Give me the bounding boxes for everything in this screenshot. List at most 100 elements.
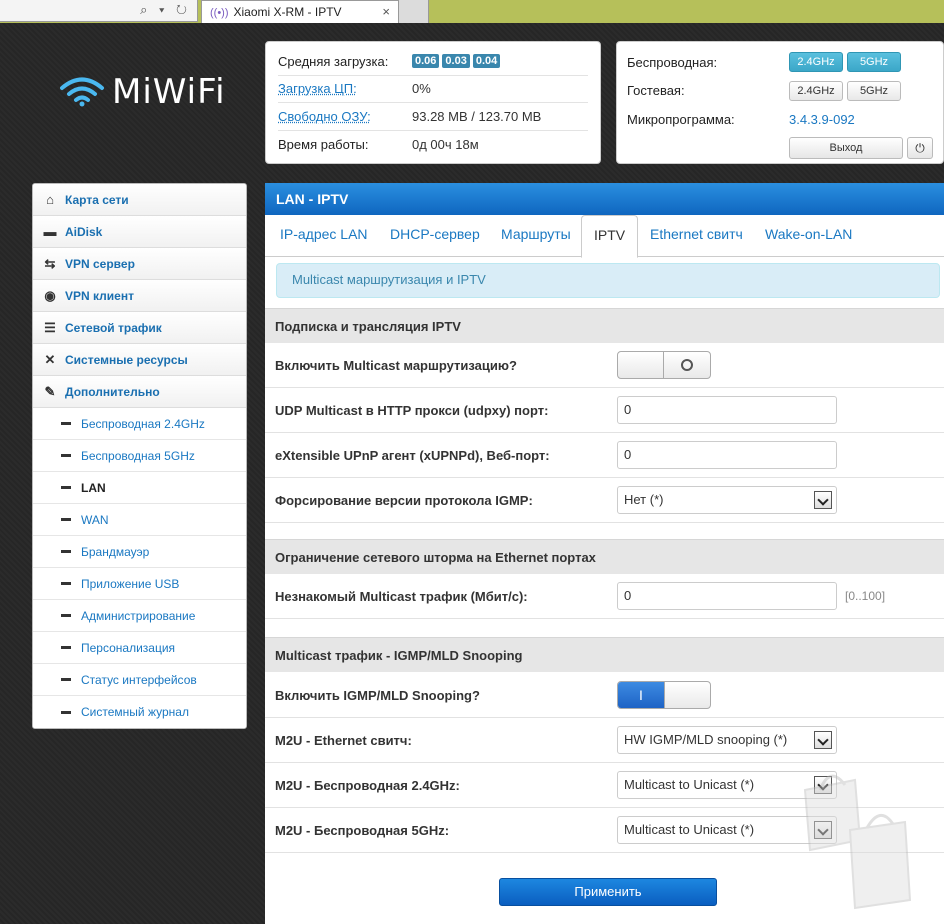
dash-icon: [61, 614, 71, 617]
cpu-row: Загрузка ЦП: 0%: [278, 76, 588, 103]
sidebar-item-vpn-client[interactable]: ◉ VPN клиент: [33, 280, 246, 312]
logo: MiWiFi: [60, 72, 226, 112]
snooping-toggle[interactable]: I: [617, 681, 711, 709]
vpn-server-icon: ⇆: [44, 255, 56, 271]
xupnpd-row: eXtensible UPnP агент (xUPNPd), Веб-порт…: [265, 433, 944, 478]
logout-button[interactable]: Выход: [789, 136, 903, 159]
tab-ip-lan[interactable]: IP-адрес LAN: [280, 226, 368, 242]
udpxy-label: UDP Multicast в HTTP прокси (udpxy) порт…: [275, 402, 549, 418]
logo-text: MiWiFi: [112, 72, 226, 112]
udpxy-port-input[interactable]: 0: [617, 396, 837, 424]
wireless-status-panel: Беспроводная: 2.4GHz 5GHz Гостевая: 2.4G…: [616, 41, 944, 164]
dash-icon: [61, 582, 71, 585]
sidebar-item-label: Сетевой трафик: [65, 320, 162, 335]
sidebar-sub-wan[interactable]: WAN: [33, 504, 246, 536]
sidebar-item-traffic[interactable]: ☰ Сетевой трафик: [33, 312, 246, 344]
sidebar-sub-interface-status[interactable]: Статус интерфейсов: [33, 664, 246, 696]
sidebar-sub-label: Брандмауэр: [81, 544, 150, 559]
tab-ethernet-switch[interactable]: Ethernet свитч: [650, 226, 743, 242]
sidebar-item-label: VPN сервер: [65, 256, 135, 271]
m2u-24-value: Multicast to Unicast (*): [624, 777, 755, 792]
sidebar-sub-label: Системный журнал: [81, 705, 189, 719]
firmware-row: Микропрограмма: 3.4.3.9-092: [627, 105, 933, 134]
m2u-5-label: M2U - Беспроводная 5GHz:: [275, 822, 450, 838]
wireless-24-button[interactable]: 2.4GHz: [789, 52, 843, 73]
address-icons[interactable]: ⌕ ▾ ↻: [140, 2, 191, 18]
close-tab-icon[interactable]: ×: [382, 4, 390, 19]
sidebar-item-aidisk[interactable]: ▬ AiDisk: [33, 216, 246, 248]
globe-icon: ◉: [44, 287, 56, 303]
sidebar-item-network-map[interactable]: ⌂ Карта сети: [33, 184, 246, 216]
sidebar-item-label: VPN клиент: [65, 288, 134, 303]
storm-row: Незнакомый Multicast трафик (Мбит/с): 0 …: [265, 574, 944, 619]
power-icon[interactable]: ⏻: [907, 136, 933, 159]
sidebar-item-vpn-server[interactable]: ⇆ VPN сервер: [33, 248, 246, 280]
igmp-version-select[interactable]: Нет (*): [617, 486, 837, 514]
sidebar: ⌂ Карта сети ▬ AiDisk ⇆ VPN сервер ◉ VPN кли…: [32, 183, 247, 729]
uptime-label: Время работы:: [278, 136, 369, 152]
uptime-row: Время работы: 0д 00ч 18м: [278, 131, 588, 159]
multicast-routing-toggle[interactable]: [617, 351, 711, 379]
guest-5-button[interactable]: 5GHz: [847, 80, 901, 101]
sidebar-sub-lan[interactable]: LAN: [33, 472, 246, 504]
sidebar-item-advanced[interactable]: ✎ Дополнительно: [33, 376, 246, 408]
wireless-row: Беспроводная: 2.4GHz 5GHz: [627, 48, 933, 77]
m2u-ethernet-row: M2U - Ethernet свитч: HW IGMP/MLD snoopi…: [265, 718, 944, 763]
info-alert: Multicast маршрутизация и IPTV: [276, 263, 940, 298]
chevron-down-icon[interactable]: [814, 731, 832, 749]
wireless-5-button[interactable]: 5GHz: [847, 52, 901, 73]
watermark-bags-icon: [803, 774, 912, 910]
sidebar-sub-label: Беспроводная 2.4GHz: [81, 416, 205, 431]
uptime-value: 0д 00ч 18м: [412, 136, 479, 152]
sidebar-item-system-resources[interactable]: ✕ Системные ресурсы: [33, 344, 246, 376]
exit-row: Выход ⏻: [627, 134, 933, 163]
multicast-routing-label: Включить Multicast маршрутизацию?: [275, 357, 517, 373]
storm-rate-input[interactable]: 0: [617, 582, 837, 610]
address-bar[interactable]: ⌕ ▾ ↻: [0, 0, 198, 22]
xupnpd-port-input[interactable]: 0: [617, 441, 837, 469]
tab-wake-on-lan[interactable]: Wake-on-LAN: [765, 226, 852, 242]
sidebar-sub-admin[interactable]: Администрирование: [33, 600, 246, 632]
cpu-link[interactable]: Загрузка ЦП:: [278, 81, 412, 96]
sidebar-item-label: Дополнительно: [65, 384, 160, 399]
tab-routes[interactable]: Маршруты: [501, 226, 571, 242]
load-label: Средняя загрузка:: [278, 53, 389, 69]
dash-icon: [61, 422, 71, 425]
firmware-link[interactable]: 3.4.3.9-092: [789, 112, 855, 127]
sidebar-sub-wireless-24[interactable]: Беспроводная 2.4GHz: [33, 408, 246, 440]
dash-icon: [61, 550, 71, 553]
dash-icon: [61, 518, 71, 521]
wifi-tab-icon: ((•)): [210, 7, 229, 19]
browser-tab[interactable]: ((•)) Xiaomi X-RM - IPTV ×: [201, 0, 399, 23]
guest-24-button[interactable]: 2.4GHz: [789, 80, 843, 101]
page-title: LAN - IPTV: [265, 183, 944, 215]
ram-link[interactable]: Свободно ОЗУ:: [278, 109, 412, 124]
tab-dhcp[interactable]: DHCP-сервер: [390, 226, 480, 242]
m2u-ethernet-label: M2U - Ethernet свитч:: [275, 732, 412, 748]
sidebar-sub-syslog[interactable]: Системный журнал: [33, 696, 246, 728]
sidebar-sub-label: WAN: [81, 512, 109, 527]
m2u-5-value: Multicast to Unicast (*): [624, 822, 755, 837]
sidebar-sub-personalization[interactable]: Персонализация: [33, 632, 246, 664]
apply-button[interactable]: Применить: [499, 878, 717, 906]
m2u-ethernet-select[interactable]: HW IGMP/MLD snooping (*): [617, 726, 837, 754]
wrench-icon: ✎: [44, 383, 56, 399]
dash-icon: [61, 454, 71, 457]
sidebar-sub-label: Беспроводная 5GHz: [81, 448, 195, 463]
list-icon: ☰: [44, 319, 56, 335]
dash-icon: [61, 710, 71, 714]
guest-label: Гостевая:: [627, 83, 685, 99]
chevron-down-icon[interactable]: [814, 491, 832, 509]
sidebar-sub-wireless-5[interactable]: Беспроводная 5GHz: [33, 440, 246, 472]
new-tab-button[interactable]: [399, 0, 429, 23]
system-status-panel: Средняя загрузка: 0.06 0.03 0.04 Загрузк…: [265, 41, 601, 164]
sidebar-sub-label: Администрирование: [81, 608, 196, 623]
m2u-24-label: M2U - Беспроводная 2.4GHz:: [275, 777, 460, 793]
tab-iptv[interactable]: IPTV: [581, 215, 639, 258]
cpu-value: 0%: [412, 81, 431, 97]
wireless-label: Беспроводная:: [627, 54, 718, 70]
section-igmp-snooping: Multicast трафик - IGMP/MLD Snooping: [265, 637, 944, 672]
sidebar-sub-firewall[interactable]: Брандмауэр: [33, 536, 246, 568]
sidebar-sub-label: Приложение USB: [81, 576, 180, 591]
sidebar-sub-usb[interactable]: Приложение USB: [33, 568, 246, 600]
